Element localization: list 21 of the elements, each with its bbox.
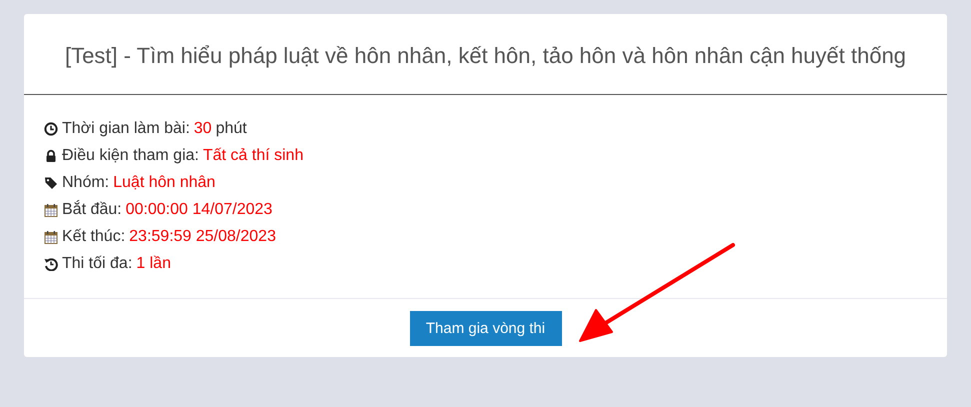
detail-unit: phút xyxy=(216,120,247,138)
detail-label: Nhóm: xyxy=(62,174,110,192)
join-button[interactable]: Tham gia vòng thi xyxy=(410,311,562,346)
detail-value: 30 xyxy=(194,120,212,138)
detail-value: Tất cả thí sinh xyxy=(202,146,304,164)
detail-label: Thi tối đa: xyxy=(62,254,132,272)
calendar-icon xyxy=(44,230,58,244)
calendar-icon xyxy=(44,202,58,216)
detail-label: Bắt đầu: xyxy=(62,200,122,218)
detail-value: 23:59:59 25/08/2023 xyxy=(129,228,276,246)
exam-title: [Test] - Tìm hiểu pháp luật về hôn nhân, kết hôn, tảo hôn và hôn nhân cận huyết thống xyxy=(64,42,907,70)
detail-value: 00:00:00 14/07/2023 xyxy=(126,200,272,218)
history-icon xyxy=(44,256,58,270)
detail-label: Thời gian làm bài: xyxy=(62,120,190,138)
tag-icon xyxy=(44,176,58,190)
detail-label: Điều kiện tham gia: xyxy=(62,146,199,164)
lock-icon xyxy=(44,148,58,162)
detail-value: 1 lần xyxy=(136,254,171,272)
detail-value: Luật hôn nhân xyxy=(113,174,216,192)
detail-label: Kết thúc: xyxy=(62,228,126,246)
clock-icon xyxy=(44,122,58,136)
